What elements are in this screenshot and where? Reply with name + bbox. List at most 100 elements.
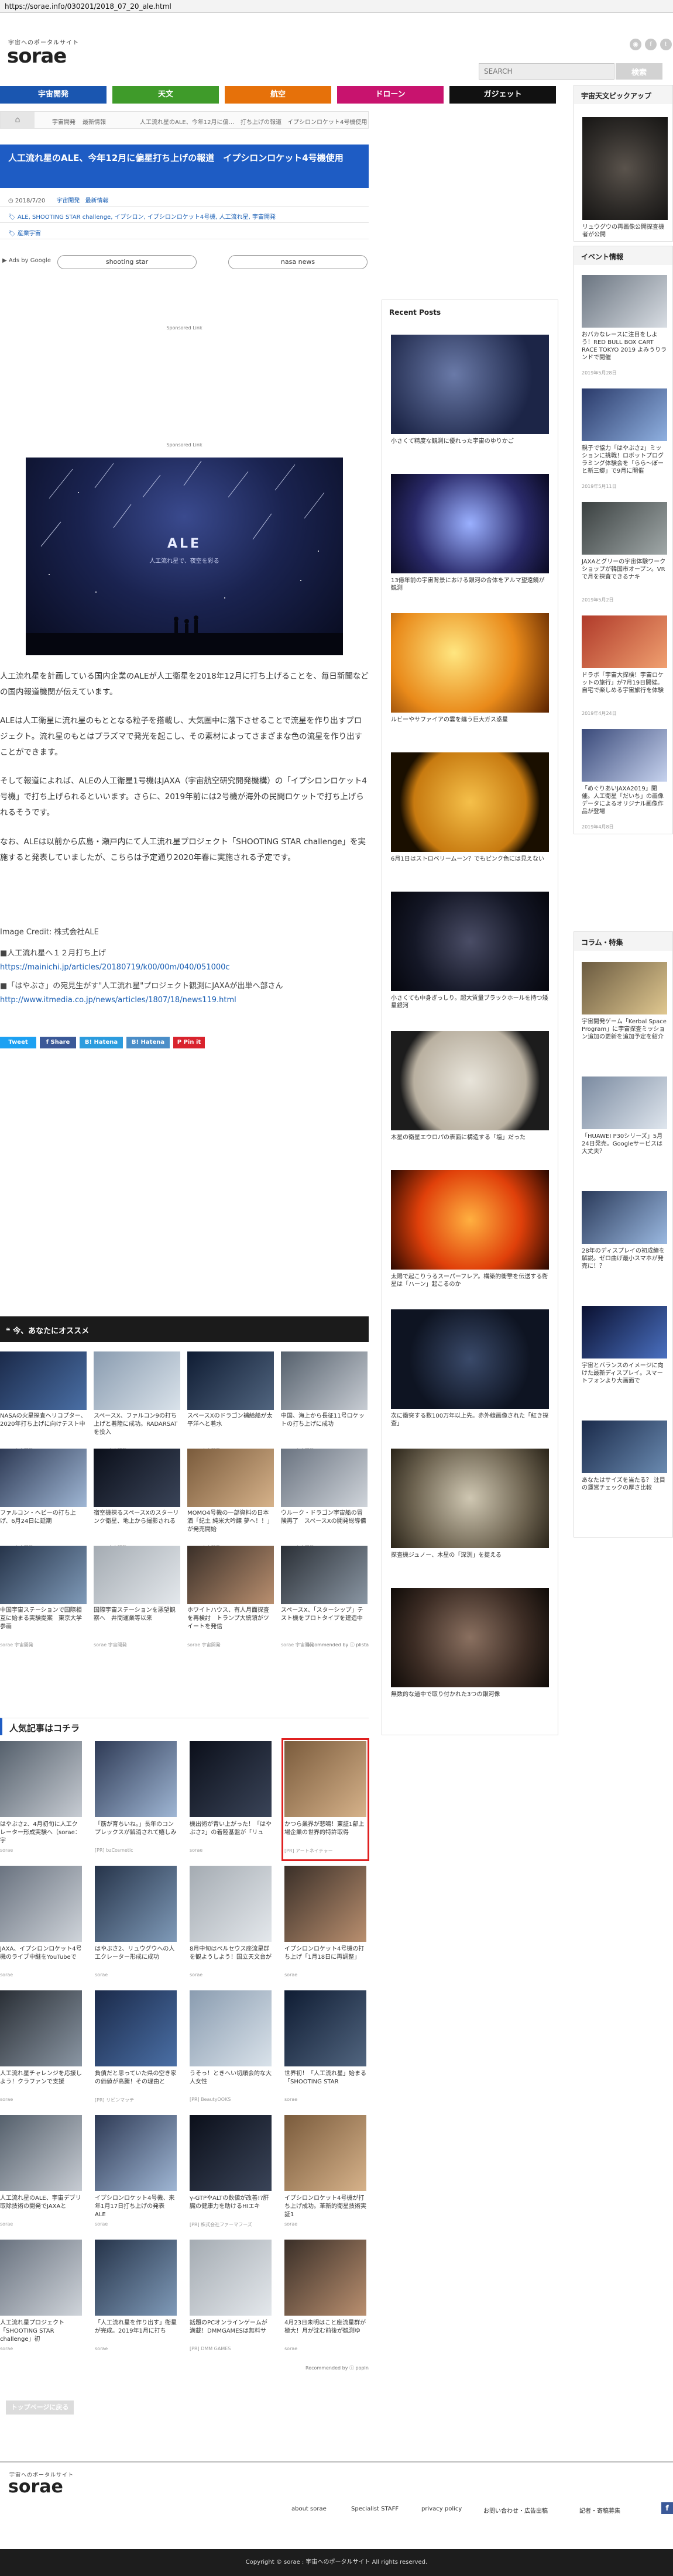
popular-caption[interactable]: 負債だと思っていた県の空き家の価値が高騰！その理由と (95, 2070, 177, 2096)
recommend-card[interactable]: 中国宇宙ステーションで国際相互に始まる実験提案 東京大学参画 sorae 宇宙開発 (0, 1546, 87, 1648)
recent-post-thumbnail[interactable] (391, 752, 549, 852)
recommend-card[interactable]: 国際宇宙ステーションを悪望観察へ 井間運業等以来 sorae 宇宙開発 (94, 1546, 180, 1648)
footer-link-privacy[interactable]: privacy policy (421, 2506, 462, 2512)
event-caption[interactable]: 「めぐりあいJAXA2019」開催。人工衛星「だいち」の画像データによるオリジナ… (582, 785, 667, 816)
tag-link[interactable]: SHOOTING STAR challenge (32, 214, 111, 221)
column-caption[interactable]: 宇宙とバランスのイメージに向けた最新ディスプレイ。スマートフォンより大画面で (582, 1362, 667, 1385)
popular-caption[interactable]: 世界初！「人工流れ星」始まる「SHOOTING STAR (284, 2070, 366, 2096)
nav-tab-gadget[interactable]: ガジェット (449, 86, 556, 104)
tag-link[interactable]: 人工流れ星 (219, 214, 249, 221)
recommend-card[interactable]: スペースX、「スターシップ」テスト機をプロトタイプを建造中 sorae 宇宙開発 (281, 1546, 368, 1648)
popular-card[interactable]: 「人工流れ星を作り出す」衛星が完成。2019年1月に打ち sorae (95, 2240, 177, 2357)
popular-caption[interactable]: はやぶさ2、4月初旬に人工クレーター形成実験へ（sorae：宇 (0, 1821, 82, 1846)
recommend-card[interactable]: 宿空機探るスペースXのスターリンク衛星、地上から撮影されるsorae 宇宙開発 (94, 1449, 180, 1550)
tag-link[interactable]: 宇宙開発 (252, 214, 276, 221)
popular-caption[interactable]: かつら業界が悲鳴！東証1部上場企業の世界的特許取得 (284, 1821, 366, 1846)
facebook-icon[interactable]: f (645, 39, 657, 50)
recommend-thumbnail[interactable] (187, 1449, 274, 1507)
popular-thumbnail[interactable] (284, 1866, 366, 1942)
popular-card[interactable]: 人工流れ星プロジェクト「SHOOTING STAR challenge」初 sor… (0, 2240, 82, 2357)
popular-card[interactable]: JAXA、イプシロンロケット4号機のライブ中継をYouTubeで sorae (0, 1866, 82, 1983)
popular-card[interactable]: 負債だと思っていた県の空き家の価値が高騰！その理由と [PR] リビンマッチ (95, 1990, 177, 2107)
recent-post-caption[interactable]: 次に衝突する数100万年以上先。赤外線画像された「紅き探查」 (391, 1412, 549, 1428)
recommend-thumbnail[interactable] (281, 1546, 368, 1604)
recommend-thumbnail[interactable] (187, 1546, 274, 1604)
popular-thumbnail[interactable] (0, 1866, 82, 1942)
popular-thumbnail[interactable] (284, 1990, 366, 2066)
pin-button[interactable]: P Pin it (173, 1037, 205, 1048)
event-caption[interactable]: ドラボ「宇宙大探検！宇宙ロケットの旅行」が7月19日開催。自宅で楽しめる宇宙旅行… (582, 672, 667, 694)
recommend-caption[interactable]: ホワイトハウス、有人月面探査を再検討 トランプ大統領がツイートを発信 (187, 1607, 274, 1639)
popular-card[interactable]: イプシロンロケット4号機、来年1月17日打ち上げの発表 ALE sorae (95, 2115, 177, 2232)
recommend-caption[interactable]: ファルコン・ヘビーの打ち上げ、6月24日に延期 (0, 1509, 87, 1542)
recommend-caption[interactable]: 中国宇宙ステーションで国際相互に始まる実験提案 東京大学参画 (0, 1607, 87, 1639)
popular-caption[interactable]: 人工流れ星チャレンジを応援しよう！クラファンで支援 (0, 2070, 82, 2096)
tag-link[interactable]: 産業宇宙 (18, 231, 41, 237)
popular-thumbnail[interactable] (190, 2240, 272, 2316)
nav-tab-aviation[interactable]: 航空 (225, 86, 331, 104)
category-link[interactable]: 最新情報 (85, 198, 109, 204)
popular-thumbnail[interactable] (0, 1741, 82, 1817)
hatena-button-2[interactable]: B! Hatena (126, 1037, 170, 1048)
popular-card[interactable]: 8月中旬はペルセウス座流星群を観ようしよう！国立天文台が sorae (190, 1866, 272, 1983)
tag-link[interactable]: ALE (18, 214, 29, 221)
event-thumbnail[interactable] (582, 275, 667, 328)
popular-caption[interactable]: 話題のPCオンラインゲームが満載！DMMGAMESは無料サ (190, 2319, 272, 2345)
category-link[interactable]: 宇宙開発 (56, 198, 80, 204)
column-thumbnail[interactable] (582, 1421, 667, 1473)
recommend-caption[interactable]: MOMO4号機の一部資料の日本酒「紀土 純米大吟醸 夢ヘ！！」が発売開始 (187, 1509, 274, 1542)
recent-post-caption[interactable]: 無数的な過中で取り付かれた3つの銀河像 (391, 1691, 549, 1698)
recent-post-thumbnail[interactable] (391, 892, 549, 991)
popular-caption[interactable]: イプシロンロケット4号機が打ち上げ成功。革新的衛星技術実証1 (284, 2195, 366, 2220)
recommend-thumbnail[interactable] (281, 1351, 368, 1410)
popular-caption[interactable]: JAXA、イプシロンロケット4号機のライブ中継をYouTubeで (0, 1945, 82, 1971)
nav-tab-drone[interactable]: ドローン (337, 86, 444, 104)
popular-thumbnail[interactable] (95, 1866, 177, 1942)
footer-link-staff[interactable]: Specialist STAFF (351, 2506, 399, 2512)
source-link[interactable]: http://www.itmedia.co.jp/news/articles/1… (0, 996, 369, 1005)
event-caption[interactable]: おバカなレースに注目をしよう！RED BULL BOX CART RACE TO… (582, 331, 667, 362)
recent-post-caption[interactable]: 13億年前の宇宙背景における銀河の合体をアルマ望遠鏡が観測 (391, 577, 549, 592)
footer-link-contact[interactable]: お問い合わせ・広告出稿 (483, 2506, 548, 2515)
popular-thumbnail[interactable] (0, 1990, 82, 2066)
tag-link[interactable]: イプシロンロケット4号機 (147, 214, 215, 221)
recent-post-thumbnail[interactable] (391, 1031, 549, 1130)
popular-caption[interactable]: 4月23日未明はこと座流星群が極大！月が沈む前後が観測ゆ (284, 2319, 366, 2345)
recommend-thumbnail[interactable] (0, 1449, 87, 1507)
address-bar[interactable]: https://sorae.info/030201/2018_07_20_ale… (0, 0, 673, 13)
footer-link-recruit[interactable]: 記者・寄稿募集 (579, 2506, 620, 2515)
popular-caption[interactable]: 人工流れ星プロジェクト「SHOOTING STAR challenge」初 (0, 2319, 82, 2345)
popular-caption[interactable]: はやぶさ2、リュウグウへの人工クレーター形成に成功 (95, 1945, 177, 1971)
event-thumbnail[interactable] (582, 502, 667, 555)
popular-thumbnail[interactable] (95, 1990, 177, 2066)
breadcrumb-item[interactable]: 最新情報 (83, 117, 106, 126)
recommend-card[interactable]: スペースXのドラゴン補給船が太平洋へと着水sorae 宇宙開発 (187, 1351, 274, 1453)
popular-thumbnail[interactable] (0, 2240, 82, 2316)
recent-post-thumbnail[interactable] (391, 1449, 549, 1548)
column-thumbnail[interactable] (582, 1077, 667, 1129)
recent-post-thumbnail[interactable] (391, 335, 549, 434)
facebook-icon[interactable]: f (661, 2502, 673, 2514)
popular-card[interactable]: 機出術が青い上がった！「はやぶさ2」の着陸基盤が「リュ sorae (190, 1741, 272, 1858)
event-thumbnail[interactable] (582, 729, 667, 782)
popular-card[interactable]: γ-GTPやALTの数値が改善!?肝臓の健康力を助けるHIエキ [PR] 株式会社… (190, 2115, 272, 2232)
popular-caption[interactable]: うそっ！ときへい切順会的な大人女性 (190, 2070, 272, 2096)
recommend-card[interactable]: ウルーク・ドラゴン宇宙船の冒険再了 スペースXの開発総導備sorae 宇宙開発 (281, 1449, 368, 1550)
event-thumbnail[interactable] (582, 615, 667, 668)
popular-card[interactable]: 人工流れ星のALE、宇宙デブリ取除技術の開発でJAXAと sorae (0, 2115, 82, 2232)
recommend-thumbnail[interactable] (281, 1449, 368, 1507)
ad-keyword-pill[interactable]: nasa news (228, 255, 368, 269)
popular-thumbnail[interactable] (284, 1741, 366, 1817)
home-icon[interactable]: ⌂ (1, 112, 35, 128)
hatena-button[interactable]: B! Hatena (80, 1037, 123, 1048)
popular-thumbnail[interactable] (190, 1741, 272, 1817)
recommend-thumbnail[interactable] (94, 1546, 180, 1604)
popular-card[interactable]: イプシロンロケット4号機の打ち上げ「1月18日に再調整」 sorae (284, 1866, 366, 1983)
column-caption[interactable]: 「HUAWEI P30シリーズ」5月24日発売。Googleサービスは大丈夫？ (582, 1133, 667, 1155)
popular-thumbnail[interactable] (284, 2240, 366, 2316)
recent-post-caption[interactable]: 探査機ジュノー、木星の「深渕」を捉える (391, 1552, 549, 1559)
popular-card[interactable]: イプシロンロケット4号機が打ち上げ成功。革新的衛星技術実証1 sorae (284, 2115, 366, 2232)
recent-post-thumbnail[interactable] (391, 1309, 549, 1409)
popular-caption[interactable]: 人工流れ星のALE、宇宙デブリ取除技術の開発でJAXAと (0, 2195, 82, 2220)
recent-post-caption[interactable]: 太陽で起こりうるスーパーフレア。構築的衝撃を伝送する衛星は「ハーン」起こるのか (391, 1273, 549, 1288)
